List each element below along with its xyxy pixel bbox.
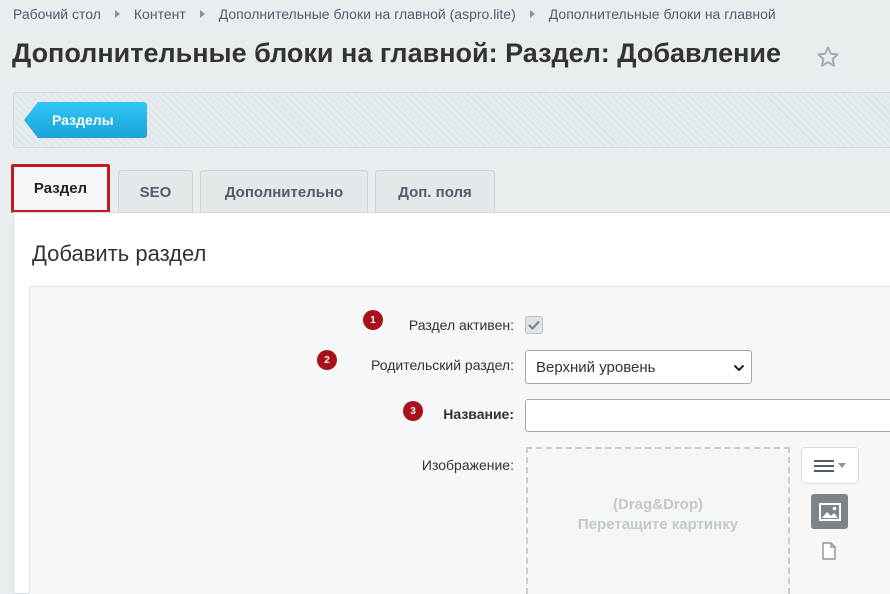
step-badge-2: 2 — [317, 350, 337, 370]
step-badge-3: 3 — [403, 401, 423, 421]
image-label: Изображение: — [421, 457, 514, 473]
active-label: Раздел активен: — [408, 317, 514, 333]
breadcrumb-item-desktop[interactable]: Рабочий стол — [13, 6, 101, 22]
chevron-down-icon — [734, 365, 744, 371]
breadcrumb-item-content[interactable]: Контент — [134, 6, 186, 22]
file-icon[interactable] — [821, 542, 837, 560]
checkmark-icon — [528, 320, 540, 330]
image-menu-button[interactable] — [801, 447, 859, 484]
parent-section-value: Верхний уровень — [536, 358, 656, 376]
tab-additional[interactable]: Дополнительно — [200, 170, 368, 213]
breadcrumb-separator-icon — [114, 10, 120, 18]
breadcrumb: Рабочий стол Контент Дополнительные блок… — [13, 5, 776, 23]
picture-icon — [818, 502, 841, 521]
caret-down-icon — [838, 462, 846, 468]
sections-button[interactable]: Разделы — [24, 102, 147, 138]
name-label: Название: — [443, 406, 514, 422]
star-icon[interactable] — [816, 45, 840, 69]
dropzone-hint-line2: Перетащите картинку — [577, 516, 739, 533]
parent-label: Родительский раздел: — [371, 357, 514, 373]
dropzone-hint-line1: (Drag&Drop) — [613, 496, 703, 513]
breadcrumb-separator-icon — [529, 10, 535, 18]
panel-title: Добавить раздел — [32, 241, 207, 266]
tab-section[interactable]: Раздел — [11, 164, 110, 213]
page-title: Дополнительные блоки на главной: Раздел:… — [12, 38, 782, 68]
name-input[interactable] — [525, 399, 890, 432]
parent-section-select[interactable]: Верхний уровень — [525, 350, 752, 384]
step-badge-1: 1 — [363, 310, 383, 330]
tab-extra-fields[interactable]: Доп. поля — [375, 170, 495, 213]
active-checkbox[interactable] — [525, 316, 543, 334]
image-upload-button[interactable] — [811, 494, 848, 529]
menu-lines-icon — [814, 459, 834, 472]
tab-seo[interactable]: SEO — [118, 170, 193, 213]
image-dropzone[interactable]: (Drag&Drop) Перетащите картинку — [526, 447, 790, 594]
breadcrumb-separator-icon — [199, 10, 205, 18]
breadcrumb-item-blocks[interactable]: Дополнительные блоки на главной — [549, 6, 776, 22]
breadcrumb-item-blocks-aspro[interactable]: Дополнительные блоки на главной (aspro.l… — [219, 6, 516, 22]
